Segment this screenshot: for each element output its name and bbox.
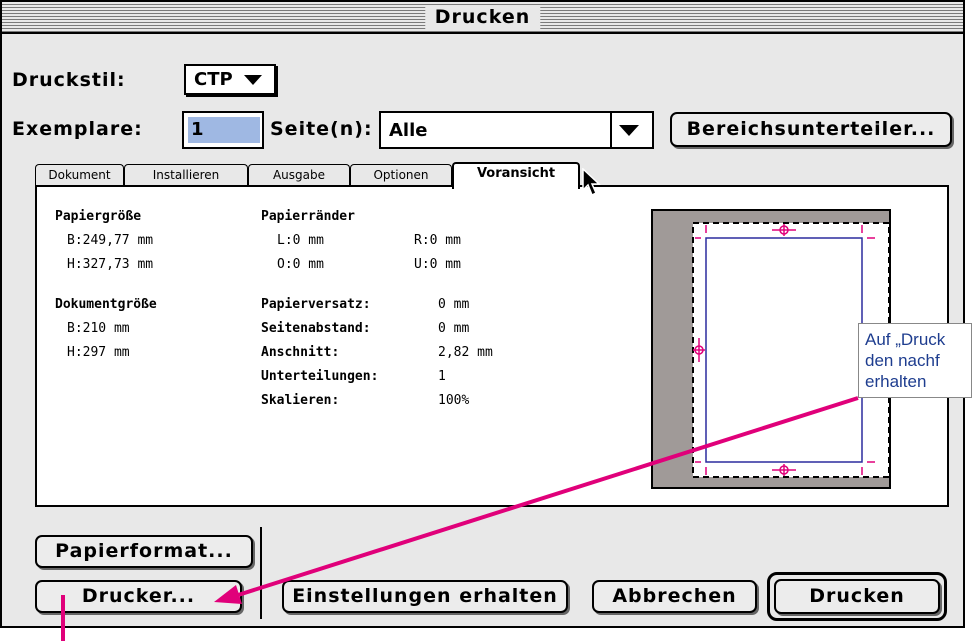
triangle-down-icon[interactable] [619, 125, 639, 137]
rand-rechts: R:0 mm [414, 233, 461, 248]
title-bar[interactable]: Drucken [2, 2, 963, 34]
rand-unten: U:0 mm [414, 257, 461, 272]
setting-label: Unterteilungen: [261, 369, 379, 384]
callout-line-2: den nachf [865, 351, 940, 370]
dokumentgroesse-b: B:210 mm [67, 321, 130, 336]
setting-value: 2,82 mm [438, 345, 493, 360]
papiergroesse-title: Papiergröße [55, 209, 142, 224]
setting-value: 0 mm [438, 321, 470, 336]
seiten-divider [610, 113, 612, 147]
bereichsunterteiler-button[interactable]: Bereichsunterteiler... [670, 112, 952, 147]
setting-value: 1 [438, 369, 446, 384]
callout-line-1: Auf „Druck [865, 330, 946, 349]
rand-links: L:0 mm [277, 233, 324, 248]
tab-ausgabe[interactable]: Ausgabe [248, 164, 350, 186]
papiergroesse-h: H:327,73 mm [67, 257, 154, 272]
tab-installieren[interactable]: Installieren [124, 164, 248, 186]
dokumentgroesse-h: H:297 mm [67, 345, 130, 360]
exemplare-value: 1 [188, 117, 260, 143]
setting-label: Papierversatz: [261, 297, 371, 312]
setting-label: Anschnitt: [261, 345, 340, 360]
seiten-label: Seite(n): [270, 118, 373, 140]
exemplare-label: Exemplare: [12, 118, 143, 140]
page-preview [651, 209, 891, 489]
annotation-callout: Auf „Druck den nachf erhalten [858, 323, 972, 398]
abbrechen-button[interactable]: Abbrechen [592, 580, 757, 613]
seiten-value: Alle [389, 120, 428, 141]
druckstil-label: Druckstil: [12, 69, 126, 91]
einstellungen-erhalten-button[interactable]: Einstellungen erhalten [282, 580, 568, 613]
setting-label: Skalieren: [261, 393, 340, 408]
voransicht-panel: Papiergröße B:249,77 mm H:327,73 mm Papi… [35, 185, 949, 507]
page-preview-graphic [692, 222, 889, 478]
page-outline [705, 237, 863, 463]
seiten-combobox[interactable]: Alle [379, 111, 654, 149]
papierformat-button[interactable]: Papierformat... [35, 535, 253, 568]
tab-voransicht[interactable]: Voransicht [452, 162, 580, 189]
callout-line-3: erhalten [865, 372, 927, 391]
papiergroesse-b: B:249,77 mm [67, 233, 154, 248]
exemplare-field[interactable]: 1 [182, 111, 264, 149]
setting-value: 100% [438, 393, 470, 408]
drucken-button[interactable]: Drucken [774, 579, 940, 614]
papierraender-title: Papierränder [261, 209, 355, 224]
setting-label: Seitenabstand: [261, 321, 371, 336]
setting-value: 0 mm [438, 297, 470, 312]
rand-oben: O:0 mm [277, 257, 324, 272]
druckstil-value: CTP [194, 69, 233, 90]
arrow-cursor-icon [582, 168, 601, 197]
tab-optionen[interactable]: Optionen [350, 164, 452, 186]
button-divider [260, 527, 262, 619]
dokumentgroesse-title: Dokumentgröße [55, 297, 157, 312]
tab-dokument[interactable]: Dokument [35, 164, 124, 186]
triangle-down-icon [244, 75, 262, 85]
print-dialog: Drucken Druckstil: CTP Exemplare: 1 Seit… [0, 0, 965, 628]
druckstil-popup[interactable]: CTP [184, 64, 276, 95]
drucker-button[interactable]: Drucker... [35, 580, 242, 613]
dialog-title: Drucken [424, 5, 541, 29]
